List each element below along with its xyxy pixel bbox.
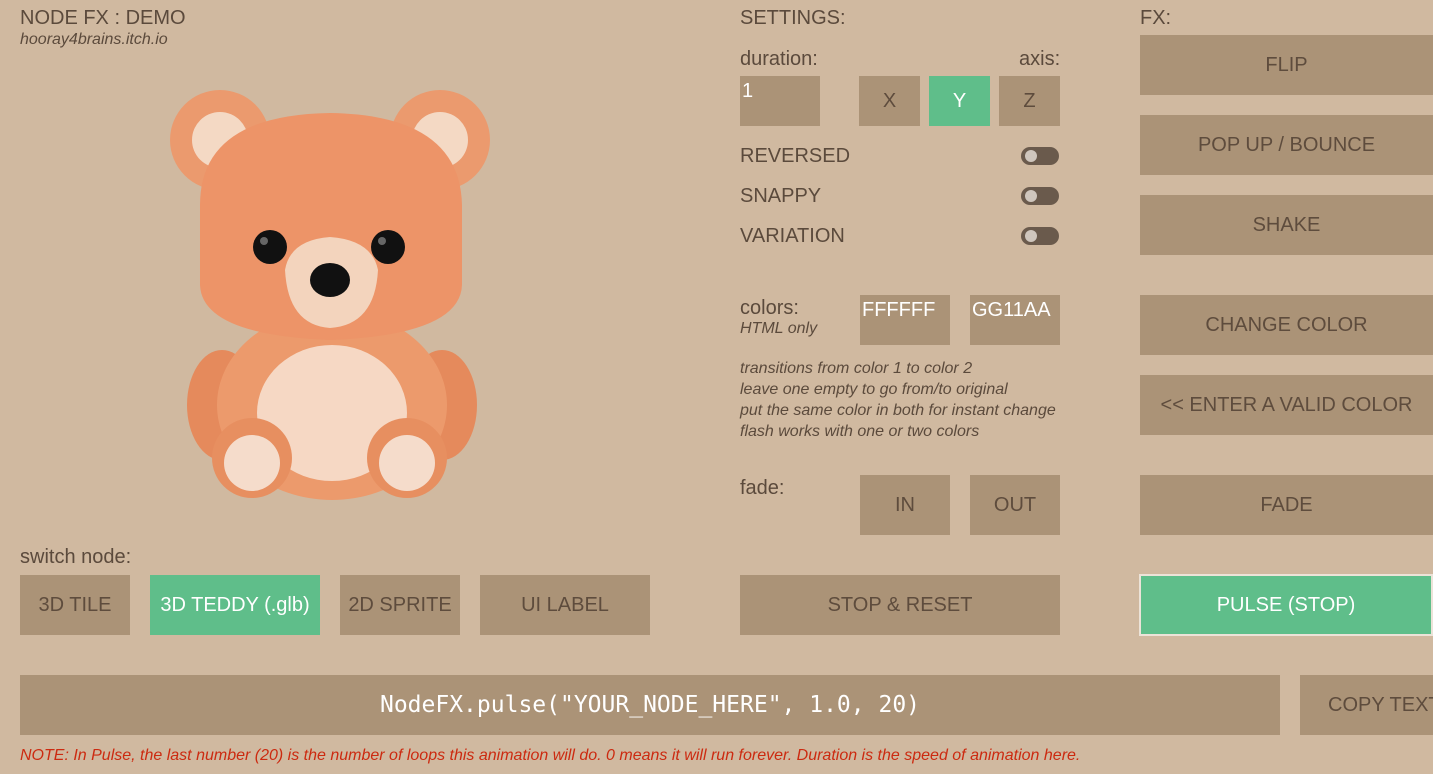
toggle-knob xyxy=(1025,230,1037,242)
fx-shake-button[interactable]: SHAKE xyxy=(1140,195,1433,255)
fade-out-button[interactable]: OUT xyxy=(970,475,1060,535)
switch-2d-sprite-button[interactable]: 2D SPRITE xyxy=(340,575,460,635)
fade-in-button[interactable]: IN xyxy=(860,475,950,535)
fx-flip-button[interactable]: FLIP xyxy=(1140,35,1433,95)
fx-change-color-button[interactable]: CHANGE COLOR xyxy=(1140,295,1433,355)
note-text: NOTE: In Pulse, the last number (20) is … xyxy=(20,747,1081,764)
axis-z-button[interactable]: Z xyxy=(999,76,1060,126)
fx-popup-bounce-button[interactable]: POP UP / BOUNCE xyxy=(1140,115,1433,175)
variation-toggle[interactable] xyxy=(1021,227,1059,245)
settings-title: SETTINGS: xyxy=(740,7,846,29)
switch-ui-label-button[interactable]: UI LABEL xyxy=(480,575,650,635)
color-hints: transitions from color 1 to color 2 leav… xyxy=(740,358,1056,442)
reversed-toggle[interactable] xyxy=(1021,147,1059,165)
reversed-label: REVERSED xyxy=(740,145,851,167)
teddy-bear-icon xyxy=(170,90,490,500)
snappy-toggle[interactable] xyxy=(1021,187,1059,205)
hint-line: transitions from color 1 to color 2 xyxy=(740,360,973,377)
fx-pulse-button[interactable]: PULSE (STOP) xyxy=(1139,574,1433,636)
variation-label: VARIATION xyxy=(740,225,845,247)
hint-line: flash works with one or two colors xyxy=(740,423,980,440)
app-title: NODE FX : DEMO xyxy=(20,7,186,29)
fx-valid-color-button[interactable]: << ENTER A VALID COLOR xyxy=(1140,375,1433,435)
color1-input[interactable]: FFFFFF xyxy=(860,295,950,345)
axis-y-button[interactable]: Y xyxy=(929,76,990,126)
fade-label: fade: xyxy=(740,477,785,499)
fx-title: FX: xyxy=(1140,7,1172,29)
stop-reset-button[interactable]: STOP & RESET xyxy=(740,575,1060,635)
switch-3d-tile-button[interactable]: 3D TILE xyxy=(20,575,130,635)
axis-label: axis: xyxy=(1019,48,1061,70)
toggle-knob xyxy=(1025,150,1037,162)
hint-line: put the same color in both for instant c… xyxy=(740,402,1056,419)
app-subtitle: hooray4brains.itch.io xyxy=(20,31,168,48)
toggle-knob xyxy=(1025,190,1037,202)
code-output[interactable]: NodeFX.pulse("YOUR_NODE_HERE", 1.0, 20) xyxy=(20,675,1280,735)
colors-sublabel: HTML only xyxy=(740,320,818,337)
axis-x-button[interactable]: X xyxy=(859,76,920,126)
duration-input[interactable]: 1 xyxy=(740,76,820,126)
fx-fade-button[interactable]: FADE xyxy=(1140,475,1433,535)
switch-3d-teddy-button[interactable]: 3D TEDDY (.glb) xyxy=(150,575,320,635)
app-root: NODE FX : DEMO hooray4brains.itch.io swi… xyxy=(0,0,1433,774)
snappy-label: SNAPPY xyxy=(740,185,822,207)
colors-label: colors: xyxy=(740,297,799,319)
duration-label: duration: xyxy=(740,48,818,70)
switch-node-label: switch node: xyxy=(20,546,132,568)
color2-input[interactable]: GG11AA xyxy=(970,295,1060,345)
hint-line: leave one empty to go from/to original xyxy=(740,381,1008,398)
copy-text-button[interactable]: COPY TEXT xyxy=(1300,675,1433,735)
